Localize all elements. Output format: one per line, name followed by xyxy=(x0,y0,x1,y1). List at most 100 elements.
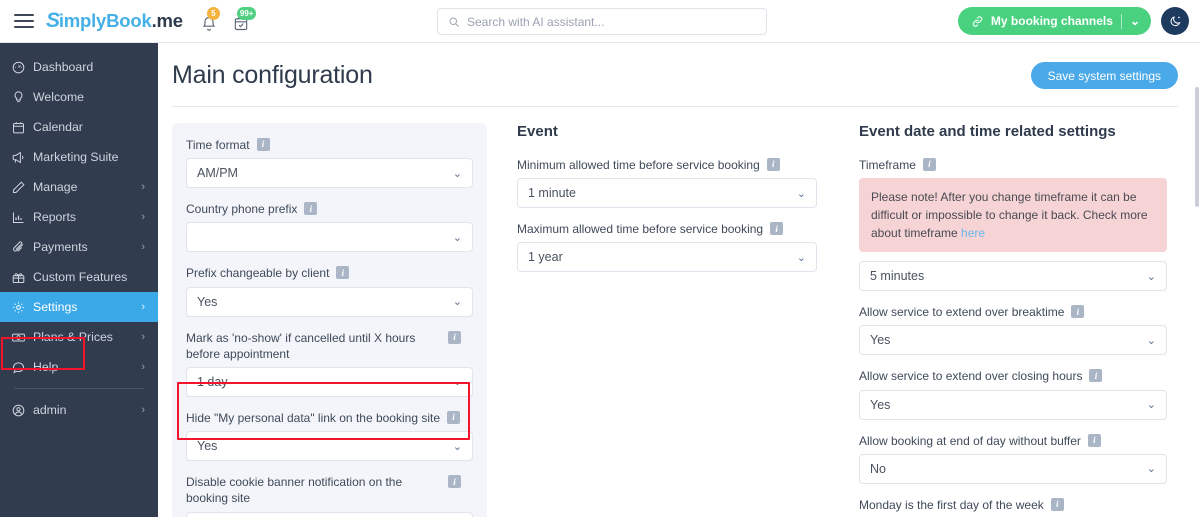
field-label: Allow service to extend over breaktime i xyxy=(859,304,1167,320)
field-label: Prefix changeable by client i xyxy=(186,265,473,281)
time-format-select[interactable]: AM/PM ⌄ xyxy=(186,158,473,189)
select-value: 1 minute xyxy=(528,186,576,201)
field-booking-end-of-day: Allow booking at end of day without buff… xyxy=(859,433,1167,484)
country-phone-prefix-select[interactable]: ⌄ xyxy=(186,222,473,253)
notice-here-link[interactable]: here xyxy=(961,226,985,240)
field-label: Allow booking at end of day without buff… xyxy=(859,433,1167,449)
chevron-down-icon: ⌄ xyxy=(452,231,462,244)
label-text: Mark as 'no-show' if cancelled until X h… xyxy=(186,330,416,361)
sidebar-item-settings[interactable]: Settings › xyxy=(0,292,158,322)
chevron-down-icon[interactable]: ⌄ xyxy=(1130,14,1140,28)
field-time-format: Time format i AM/PM ⌄ xyxy=(186,137,473,189)
sidebar-item-marketing-suite[interactable]: Marketing Suite xyxy=(0,142,158,172)
sidebar-item-manage[interactable]: Manage › xyxy=(0,172,158,202)
chevron-down-icon: ⌄ xyxy=(452,296,462,309)
extend-over-breaktime-select[interactable]: Yes ⌄ xyxy=(859,325,1167,356)
label-text: Minimum allowed time before service book… xyxy=(517,158,760,172)
sidebar-item-custom-features[interactable]: Custom Features xyxy=(0,262,158,292)
sidebar-label: Welcome xyxy=(33,90,85,104)
event-datetime-section-title: Event date and time related settings xyxy=(859,123,1116,140)
sidebar-item-plans-prices[interactable]: Plans & Prices › xyxy=(0,322,158,352)
field-label: Time format i xyxy=(186,137,473,153)
theme-toggle-button[interactable] xyxy=(1161,7,1189,35)
info-icon[interactable]: i xyxy=(448,475,461,489)
lightbulb-icon xyxy=(11,90,33,105)
gear-icon xyxy=(11,300,33,315)
chevron-down-icon: ⌄ xyxy=(796,251,806,264)
min-time-before-booking-select[interactable]: 1 minute ⌄ xyxy=(517,178,817,209)
logo-simplybook: implyBook xyxy=(58,10,152,31)
sidebar-item-dashboard[interactable]: Dashboard xyxy=(0,52,158,82)
calendar-badge: 99+ xyxy=(236,7,257,20)
info-icon[interactable]: i xyxy=(770,222,784,236)
hide-personal-data-select[interactable]: Yes ⌄ xyxy=(186,431,473,462)
logo[interactable]: SimplyBook .me xyxy=(46,9,183,33)
sidebar-item-help[interactable]: Help › xyxy=(0,352,158,382)
logo-s: S xyxy=(46,9,60,32)
field-min-time-before-booking: Minimum allowed time before service book… xyxy=(517,157,817,209)
search-input[interactable] xyxy=(467,14,756,29)
chevron-right-icon: › xyxy=(141,331,145,343)
bell-icon[interactable]: 5 xyxy=(199,7,220,32)
field-max-time-before-booking: Maximum allowed time before service book… xyxy=(517,221,817,273)
timeframe-select[interactable]: 5 minutes ⌄ xyxy=(859,261,1167,292)
scrollbar-track[interactable] xyxy=(1195,43,1200,517)
sidebar-item-reports[interactable]: Reports › xyxy=(0,202,158,232)
info-icon[interactable]: i xyxy=(1087,433,1101,447)
info-icon[interactable]: i xyxy=(336,266,350,280)
app-root: SimplyBook.me 5 99+ My booking channels xyxy=(0,0,1200,517)
sidebar-item-welcome[interactable]: Welcome xyxy=(0,82,158,112)
chevron-right-icon: › xyxy=(141,361,145,373)
label-text: Monday is the first day of the week xyxy=(859,497,1044,512)
field-extend-over-breaktime: Allow service to extend over breaktime i… xyxy=(859,304,1167,356)
sidebar-label: admin xyxy=(33,403,67,417)
max-time-before-booking-select[interactable]: 1 year ⌄ xyxy=(517,242,817,273)
search-box[interactable] xyxy=(437,8,767,35)
info-icon[interactable]: i xyxy=(1071,305,1085,319)
general-settings-card: Time format i AM/PM ⌄ Country phone pref… xyxy=(172,123,487,517)
field-prefix-changeable: Prefix changeable by client i Yes ⌄ xyxy=(186,265,473,317)
chevron-down-icon: ⌄ xyxy=(452,167,462,180)
pencil-icon xyxy=(11,180,33,195)
disable-cookie-banner-select[interactable]: No ⌄ xyxy=(186,511,473,517)
search-icon xyxy=(449,17,459,27)
select-value: 1 year xyxy=(528,250,563,265)
hamburger-icon[interactable] xyxy=(14,14,34,28)
logo-dotme: .me xyxy=(151,10,183,31)
chevron-down-icon: ⌄ xyxy=(452,440,462,453)
no-show-hours-select[interactable]: 1 day ⌄ xyxy=(186,366,473,397)
select-value: 5 minutes xyxy=(870,269,925,284)
booking-end-of-day-select[interactable]: No ⌄ xyxy=(859,453,1167,484)
info-icon[interactable]: i xyxy=(922,158,936,171)
sidebar-item-admin[interactable]: admin › xyxy=(0,395,158,425)
header-icons: 5 99+ xyxy=(199,7,257,32)
calendar-check-icon[interactable]: 99+ xyxy=(231,7,257,32)
chevron-down-icon: ⌄ xyxy=(1146,463,1156,476)
info-icon[interactable]: i xyxy=(1050,497,1064,511)
top-bar: SimplyBook.me 5 99+ My booking channels xyxy=(0,0,1200,43)
field-label: Maximum allowed time before service book… xyxy=(517,221,817,237)
page-header: Main configuration Save system settings xyxy=(158,43,1200,107)
info-icon[interactable]: i xyxy=(304,202,318,216)
moon-icon xyxy=(1170,15,1180,26)
chevron-down-icon: ⌄ xyxy=(1146,270,1156,283)
info-icon[interactable]: i xyxy=(256,138,270,151)
info-icon[interactable]: i xyxy=(1089,369,1103,383)
scrollbar-thumb[interactable] xyxy=(1195,87,1199,207)
label-text: Timeframe xyxy=(859,158,916,172)
sidebar-divider xyxy=(14,388,144,389)
sidebar-label: Reports xyxy=(33,210,77,224)
info-icon[interactable]: i xyxy=(766,158,780,171)
extend-over-closing-hours-select[interactable]: Yes ⌄ xyxy=(859,389,1167,420)
event-datetime-section: Event date and time related settings Tim… xyxy=(817,123,1167,517)
prefix-changeable-select[interactable]: Yes ⌄ xyxy=(186,286,473,317)
divider xyxy=(1120,13,1122,29)
sidebar-item-payments[interactable]: Payments › xyxy=(0,232,158,262)
info-icon[interactable]: i xyxy=(447,410,460,424)
field-country-phone-prefix: Country phone prefix i ⌄ xyxy=(186,201,473,253)
info-icon[interactable]: i xyxy=(448,330,461,344)
label-text: Time format xyxy=(186,138,250,152)
my-booking-channels-button[interactable]: My booking channels ⌄ xyxy=(957,7,1151,35)
save-system-settings-button[interactable]: Save system settings xyxy=(1030,62,1178,89)
sidebar-item-calendar[interactable]: Calendar xyxy=(0,112,158,142)
